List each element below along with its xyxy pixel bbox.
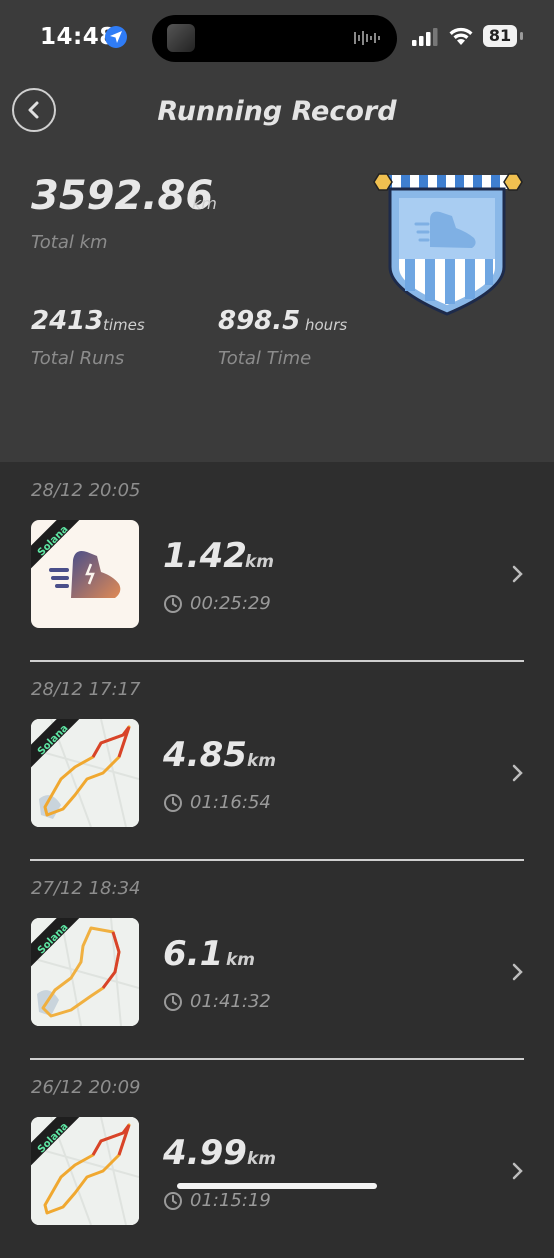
record-thumbnail: Solana — [31, 1117, 139, 1225]
clock-icon — [164, 993, 182, 1011]
record-duration: 01:16:54 — [190, 792, 271, 813]
chevron-right-icon[interactable] — [511, 564, 525, 584]
page-title: Running Record — [157, 96, 397, 127]
record-duration: 00:25:29 — [190, 593, 271, 614]
record-thumbnail: Solana — [31, 719, 139, 827]
total-km-unit: km — [192, 194, 217, 213]
clock-icon — [164, 794, 182, 812]
wifi-icon — [449, 27, 473, 45]
cellular-signal-icon — [412, 28, 438, 46]
record-distance-unit: km — [245, 552, 275, 572]
record-date: 28/12 17:17 — [31, 679, 141, 700]
record-item[interactable]: 28/12 17:17 Solana 4.85 km 01:16:54 — [0, 661, 554, 861]
record-thumbnail: Solana — [31, 520, 139, 628]
record-date: 28/12 20:05 — [31, 480, 141, 501]
home-indicator[interactable] — [177, 1183, 377, 1189]
clock-icon — [164, 1192, 182, 1210]
location-icon — [105, 26, 127, 48]
record-item[interactable]: 26/12 20:09 Solana 4.99 km 01:15:19 — [0, 1059, 554, 1258]
chevron-right-icon[interactable] — [511, 1161, 525, 1181]
total-runs-label: Total Runs — [31, 348, 125, 369]
dynamic-island — [152, 15, 397, 62]
record-distance-unit: km — [247, 751, 277, 771]
record-distance: 4.99 — [163, 1133, 247, 1173]
now-playing-artwork — [167, 24, 195, 52]
total-km-value: 3592.86 — [31, 173, 214, 219]
achievement-badge-icon[interactable] — [372, 172, 524, 317]
chevron-right-icon[interactable] — [511, 763, 525, 783]
record-thumbnail: Solana — [31, 918, 139, 1026]
record-list: 28/12 20:05 Solana 1.42 km 00:25:29 28/1… — [0, 462, 554, 1258]
record-duration: 01:15:19 — [190, 1190, 271, 1211]
total-time-label: Total Time — [218, 348, 312, 369]
total-time-value: 898.5 — [218, 306, 301, 336]
record-distance-unit: km — [226, 950, 256, 970]
record-duration: 01:41:32 — [190, 991, 271, 1012]
clock-icon — [164, 595, 182, 613]
summary-header: Running Record 3592.86 km Total km 2413 … — [0, 76, 554, 462]
record-item[interactable]: 28/12 20:05 Solana 1.42 km 00:25:29 — [0, 462, 554, 662]
battery-level: 81 — [483, 25, 517, 47]
record-distance: 4.85 — [163, 735, 247, 775]
record-date: 27/12 18:34 — [31, 878, 141, 899]
record-item[interactable]: 27/12 18:34 Solana 6.1 km 01:41:32 — [0, 860, 554, 1060]
record-date: 26/12 20:09 — [31, 1077, 141, 1098]
total-time-unit: hours — [305, 316, 348, 334]
total-runs-value: 2413 — [31, 306, 104, 336]
status-bar: 14:48 81 — [0, 0, 554, 76]
record-distance-unit: km — [247, 1149, 277, 1169]
record-distance: 1.42 — [163, 536, 247, 576]
record-distance: 6.1 — [163, 934, 224, 974]
total-runs-unit: times — [103, 316, 145, 334]
total-km-label: Total km — [31, 232, 108, 253]
battery-tip — [520, 32, 523, 40]
chevron-right-icon[interactable] — [511, 962, 525, 982]
audio-waveform-icon — [354, 31, 380, 45]
